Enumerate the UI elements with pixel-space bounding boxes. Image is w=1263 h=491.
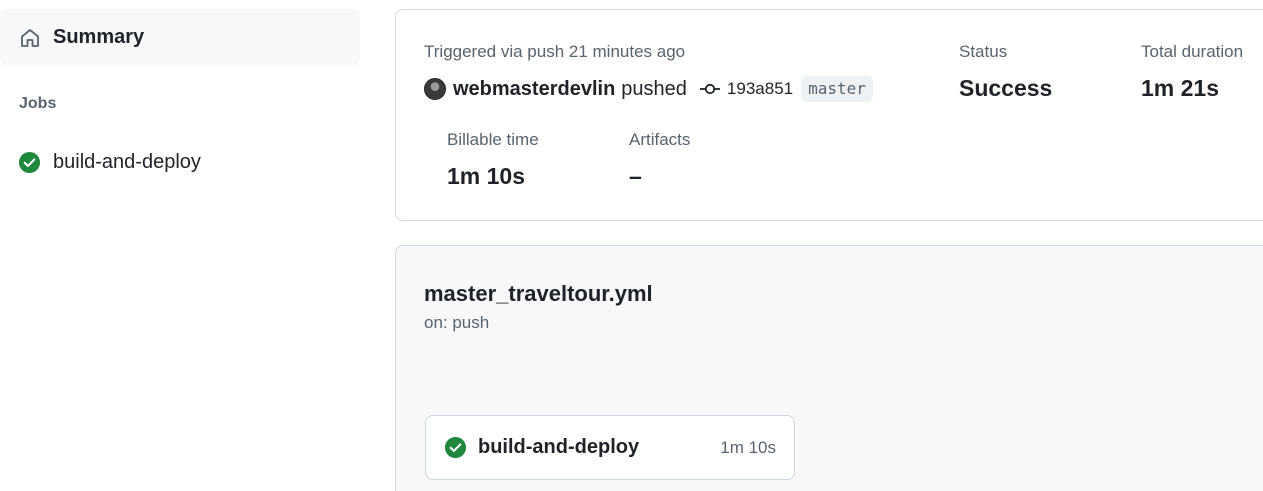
workflow-trigger: on: push [424, 313, 490, 332]
job-name: build-and-deploy [478, 436, 640, 458]
home-icon [18, 26, 42, 50]
check-circle-icon [18, 151, 41, 174]
avatar[interactable] [424, 78, 446, 100]
branch-badge[interactable]: master [801, 76, 873, 102]
job-card-build-and-deploy[interactable]: build-and-deploy 1m 10s [425, 415, 795, 480]
billable-time-value: 1m 10s [447, 163, 526, 189]
git-commit-icon [699, 81, 721, 97]
push-info: webmasterdevlin pushed 193a851 master [424, 75, 873, 103]
push-action-text: pushed [621, 77, 687, 100]
status-value: Success [959, 75, 1053, 101]
sidebar-item-label: build-and-deploy [53, 150, 201, 173]
artifacts-label: Artifacts [629, 130, 691, 149]
jobs-heading: Jobs [19, 95, 57, 112]
sidebar-item-summary[interactable]: Summary [0, 9, 360, 66]
user-link[interactable]: webmasterdevlin [453, 78, 615, 101]
sidebar-item-build-and-deploy[interactable]: build-and-deploy [18, 148, 201, 176]
total-duration-value: 1m 21s [1141, 75, 1220, 101]
run-summary-card: Triggered via push 21 minutes ago webmas… [395, 9, 1263, 221]
workflow-graph: master_traveltour.yml on: push build-and… [395, 245, 1263, 491]
workflow-run-page: Summary Jobs build-and-deploy Triggered … [0, 0, 1263, 491]
sidebar-item-label: Summary [53, 26, 145, 48]
artifacts-value: – [629, 163, 642, 189]
total-duration-label: Total duration [1141, 42, 1244, 61]
sidebar: Summary Jobs build-and-deploy [0, 0, 362, 491]
workflow-file-name: master_traveltour.yml [424, 281, 653, 306]
status-label: Status [959, 42, 1008, 61]
commit-sha-link[interactable]: 193a851 [727, 79, 793, 99]
check-circle-icon [444, 436, 467, 459]
trigger-text: Triggered via push 21 minutes ago [424, 42, 686, 61]
job-duration: 1m 10s [720, 437, 776, 457]
billable-time-label: Billable time [447, 130, 539, 149]
